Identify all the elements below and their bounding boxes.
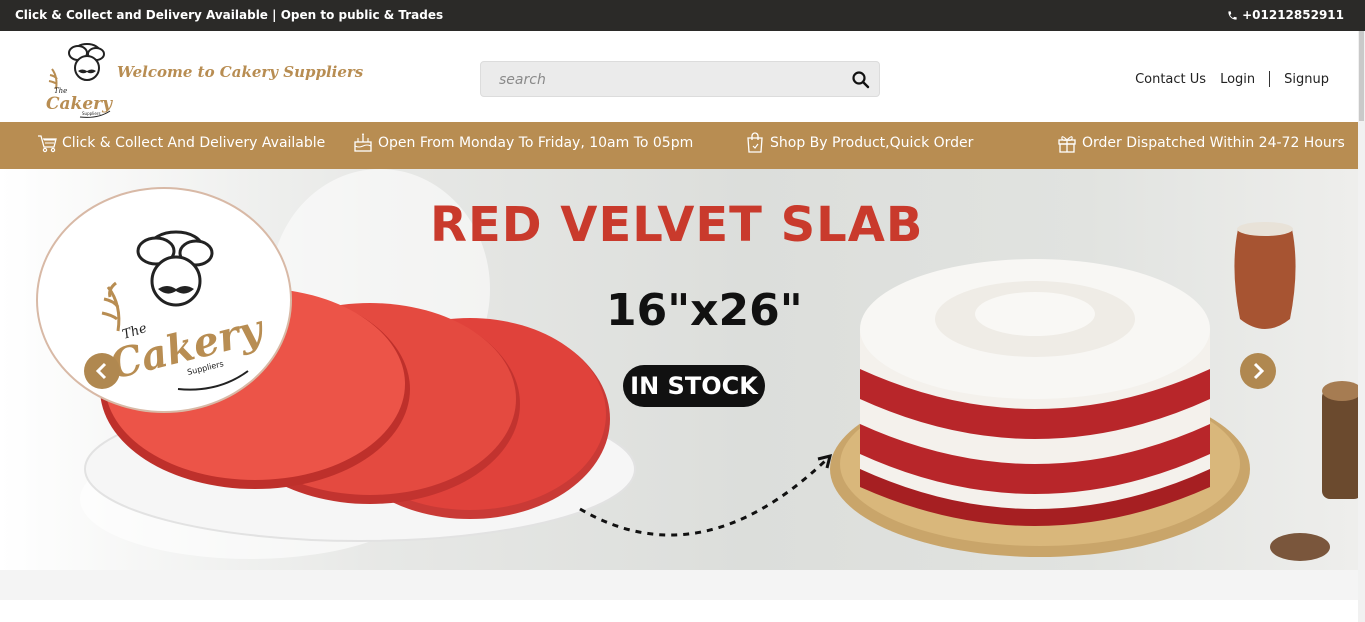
info-item-shop: Shop By Product,Quick Order bbox=[744, 131, 973, 155]
hero-title: RED VELVET SLAB bbox=[430, 197, 924, 253]
info-item-delivery: Click & Collect And Delivery Available bbox=[36, 131, 325, 155]
info-item-label: Open From Monday To Friday, 10am To 05pm bbox=[378, 135, 694, 151]
welcome-heading: Welcome to Cakery Suppliers bbox=[117, 63, 364, 81]
header-nav: Contact Us Login Signup bbox=[1135, 71, 1329, 87]
search-input[interactable] bbox=[499, 70, 829, 90]
site-header: The Cakery Suppliers Welcome to Cakery S… bbox=[0, 31, 1358, 122]
info-item-dispatch: Order Dispatched Within 24-72 Hours bbox=[1056, 131, 1345, 155]
gift-icon bbox=[1058, 136, 1076, 153]
content-strip bbox=[0, 570, 1358, 600]
contact-us-link[interactable]: Contact Us bbox=[1135, 72, 1206, 87]
info-item-label: Order Dispatched Within 24-72 Hours bbox=[1082, 135, 1345, 151]
phone-contact[interactable]: +01212852911 bbox=[1227, 8, 1344, 22]
cake-icon bbox=[354, 133, 372, 152]
phone-number[interactable]: +01212852911 bbox=[1242, 8, 1344, 22]
hero-size-label: 16"x26" bbox=[606, 285, 803, 336]
slider-next-button[interactable] bbox=[1240, 353, 1276, 389]
svg-text:Suppliers: Suppliers bbox=[82, 111, 101, 116]
info-bar: Click & Collect And Delivery Available O… bbox=[0, 122, 1358, 169]
search-box bbox=[480, 61, 880, 97]
scrollbar-thumb[interactable] bbox=[1359, 31, 1364, 121]
search-icon[interactable] bbox=[851, 70, 871, 90]
chevron-right-icon bbox=[1253, 362, 1265, 380]
signup-link[interactable]: Signup bbox=[1284, 72, 1329, 87]
login-link[interactable]: Login bbox=[1220, 72, 1255, 87]
bag-icon bbox=[747, 132, 763, 153]
info-item-label: Shop By Product,Quick Order bbox=[770, 135, 974, 151]
announcement-text: Click & Collect and Delivery Available |… bbox=[15, 8, 444, 22]
chef-logo-icon: The Cakery Suppliers bbox=[101, 230, 270, 391]
hero-brand-badge: The Cakery Suppliers bbox=[36, 187, 292, 413]
cart-icon bbox=[38, 135, 57, 153]
hero-slider: The Cakery Suppliers RED VELVET SLAB 16"… bbox=[0, 169, 1358, 570]
cakery-logo[interactable]: The Cakery Suppliers bbox=[40, 39, 118, 119]
in-stock-badge: IN STOCK bbox=[623, 365, 765, 407]
nav-divider bbox=[1269, 71, 1271, 87]
info-item-hours: Open From Monday To Friday, 10am To 05pm bbox=[352, 131, 693, 155]
slider-prev-button[interactable] bbox=[84, 353, 120, 389]
phone-icon bbox=[1228, 10, 1237, 20]
chevron-left-icon bbox=[95, 362, 107, 380]
page-scrollbar[interactable] bbox=[1358, 31, 1365, 622]
top-announcement-bar: Click & Collect and Delivery Available |… bbox=[0, 0, 1365, 31]
info-item-label: Click & Collect And Delivery Available bbox=[62, 135, 326, 151]
svg-text:Cakery: Cakery bbox=[46, 94, 113, 114]
